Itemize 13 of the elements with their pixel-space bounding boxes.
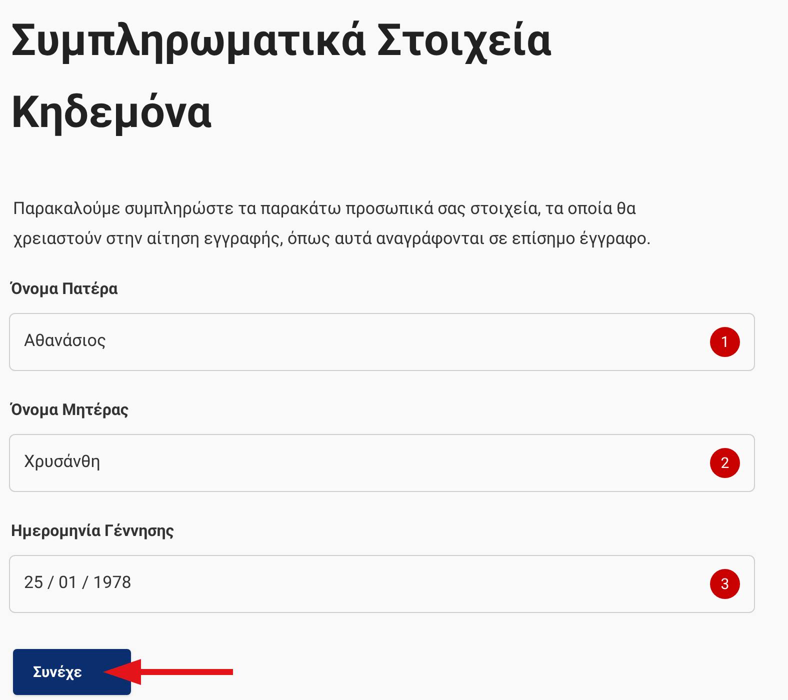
number-marker: 1 xyxy=(710,327,740,357)
input-field[interactable]: 25 / 01 / 1978 3 xyxy=(9,555,755,613)
page-title: Συμπληρωματικά Στοιχεία Κηδεμόνα xyxy=(11,13,552,140)
input-field[interactable]: Χρυσάνθη 2 xyxy=(9,434,755,492)
intro-text: Παρακαλούμε συμπληρώστε τα παρακάτω προσωπικά σας στοιχεία, τα οποία θα χρειαστούν στην αίτηση εγγραφής, όπως αυτά αναγράφονται σε επίσημο έγγραφο. xyxy=(12,198,652,251)
field-label: Ημερομηνία Γέννησης xyxy=(11,520,175,542)
number-marker: 3 xyxy=(710,569,740,599)
arrow-icon xyxy=(103,659,233,685)
field-label: Όνομα Μητέρας xyxy=(11,399,130,421)
number-marker: 2 xyxy=(710,448,740,478)
continue-button[interactable]: Συνέχε xyxy=(13,649,131,695)
input-field[interactable]: Αθανάσιος 1 xyxy=(9,313,755,371)
field-label: Όνομα Πατέρα xyxy=(11,278,119,300)
